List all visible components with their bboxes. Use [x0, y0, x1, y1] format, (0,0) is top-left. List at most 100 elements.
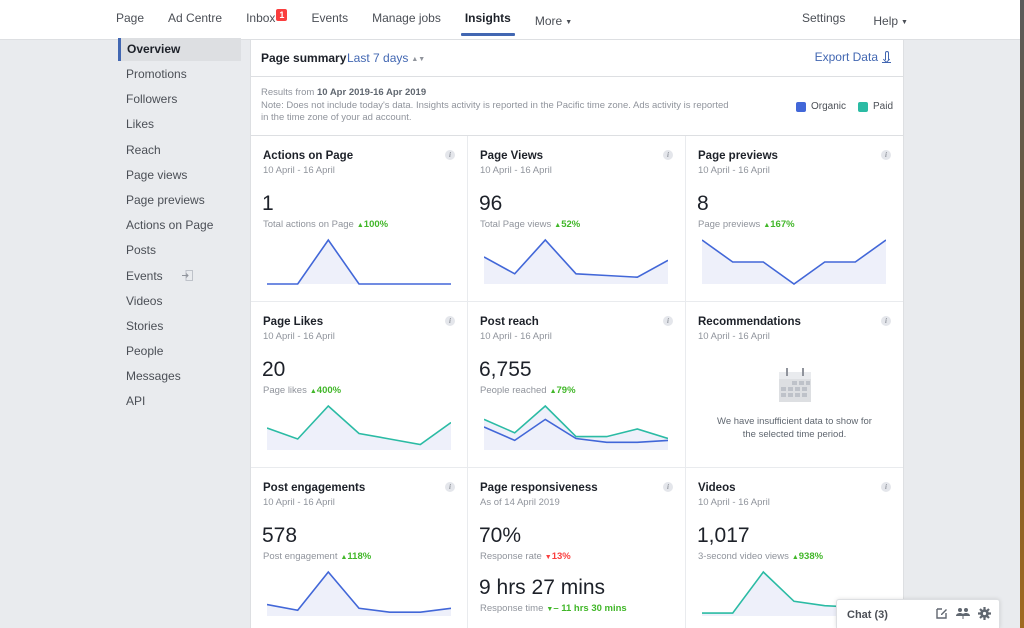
info-icon[interactable]: i [881, 316, 891, 326]
metric-label-text: Page likes [263, 385, 307, 396]
triangle-up-icon: ▲ [356, 222, 364, 229]
card-title: Page responsiveness [480, 482, 598, 494]
tab-inbox[interactable]: Inbox 1 [246, 0, 288, 40]
date-range-select[interactable]: Last 7 days ▲▼ [347, 51, 425, 65]
info-icon[interactable]: i [445, 316, 455, 326]
tab-events[interactable]: Events [311, 0, 348, 40]
sparkline-organic [484, 238, 668, 279]
card-actions-on-page[interactable]: Actions on Page 10 April - 16 April i 1 … [251, 136, 468, 302]
metric-label: Response rate ▼13% [480, 551, 571, 562]
metric-value: 6,755 [479, 358, 532, 381]
sidebar-item-label: Messages [126, 369, 181, 384]
sidebar-item-label: Likes [126, 117, 155, 132]
metrics-grid: Actions on Page 10 April - 16 April i 1 … [251, 136, 903, 628]
tab-label: Events [311, 11, 349, 25]
chat-bar[interactable]: Chat (3) [836, 599, 1000, 628]
sparkline-area [484, 406, 668, 450]
info-icon[interactable]: i [663, 316, 673, 326]
sidebar-item-page-views[interactable]: Page views [118, 164, 241, 189]
tab-more[interactable]: More ▼ [535, 0, 572, 40]
tab-label: Ad Centre [168, 11, 223, 25]
delta-badge: ▼– 11 hrs 30 mins [546, 603, 626, 614]
sidebar-item-api[interactable]: API [118, 390, 241, 415]
calendar-icon [778, 368, 811, 402]
triangle-up-icon: ▲ [791, 554, 799, 561]
info-icon[interactable]: i [663, 150, 673, 160]
metric-label-text: Response rate [480, 551, 542, 562]
tab-label: Page [116, 11, 145, 25]
export-data-button[interactable]: Export Data [815, 50, 891, 64]
export-label: Export Data [814, 50, 878, 64]
card-post-engagements[interactable]: Post engagements 10 April - 16 April i 5… [251, 468, 468, 628]
results-range: 10 Apr 2019-16 Apr 2019 [316, 87, 427, 98]
tab-ad-centre[interactable]: Ad Centre [168, 0, 222, 40]
sidebar-item-label: Page views [126, 167, 188, 182]
info-icon[interactable]: i [445, 150, 455, 160]
delta-value: 52% [561, 219, 581, 230]
card-title: Post reach [480, 316, 539, 328]
results-prefix: Results from [261, 87, 317, 98]
compose-icon[interactable] [936, 607, 948, 620]
sidebar-item-page-previews[interactable]: Page previews [118, 189, 241, 214]
metric-label: Total actions on Page ▲100% [263, 219, 388, 230]
card-title: Page Views [480, 150, 544, 162]
info-icon[interactable]: i [663, 482, 673, 492]
sidebar-item-followers[interactable]: Followers [118, 88, 241, 113]
settings-link[interactable]: Settings [802, 0, 845, 40]
sidebar-item-reach[interactable]: Reach [118, 139, 241, 164]
card-date-range: 10 April - 16 April [263, 331, 335, 342]
card-page-responsiveness[interactable]: Page responsiveness As of 14 April 2019 … [468, 468, 686, 628]
gear-icon[interactable] [978, 607, 991, 620]
page-top-navigation: Page Ad Centre Inbox 1 Events Manage jobs… [0, 0, 1020, 40]
help-menu[interactable]: Help ▼ [873, 0, 908, 40]
card-title: Page Likes [263, 316, 324, 328]
delta-badge: ▲938% [792, 551, 823, 562]
sidebar-item-overview[interactable]: Overview [118, 38, 241, 61]
sidebar-item-videos[interactable]: Videos [118, 290, 241, 315]
card-post-reach[interactable]: Post reach 10 April - 16 April i 6,755 P… [468, 302, 686, 468]
metric-label: Response time ▼– 11 hrs 30 mins [480, 603, 627, 614]
people-icon[interactable] [956, 607, 970, 620]
tab-manage-jobs[interactable]: Manage jobs [372, 0, 441, 40]
card-title: Page previews [698, 150, 778, 162]
sidebar-item-label: Page previews [126, 192, 205, 207]
sidebar-item-label: Videos [126, 293, 163, 308]
summary-title: Page summary [261, 51, 347, 65]
caret-down-icon: ▼ [901, 19, 908, 26]
card-recommendations[interactable]: Recommendations 10 April - 16 April i We… [686, 302, 903, 468]
info-icon[interactable]: i [881, 150, 891, 160]
metric-value: 96 [479, 192, 503, 215]
sidebar-item-label: Stories [126, 318, 164, 333]
tab-insights[interactable]: Insights [460, 0, 515, 40]
sidebar-item-promotions[interactable]: Promotions [118, 63, 241, 88]
legend-label: Organic [810, 101, 846, 112]
delta-badge: ▲52% [554, 219, 580, 230]
card-page-previews[interactable]: Page previews 10 April - 16 April i 8 Pa… [686, 136, 903, 302]
metric-label: Total Page views ▲52% [480, 219, 580, 230]
sparkline-area [267, 240, 451, 284]
info-icon[interactable]: i [445, 482, 455, 492]
sidebar-item-stories[interactable]: Stories [118, 315, 241, 340]
sidebar-item-label: Posts [126, 243, 157, 258]
sparkline-chart [267, 238, 451, 285]
desktop-background [1020, 0, 1024, 628]
sidebar-item-messages[interactable]: Messages [118, 365, 241, 390]
sparkline-chart [267, 404, 451, 450]
sidebar-item-people[interactable]: People [118, 340, 241, 365]
card-page-views[interactable]: Page Views 10 April - 16 April i 96 Tota… [468, 136, 686, 302]
delta-value: 167% [770, 219, 795, 230]
card-page-likes[interactable]: Page Likes 10 April - 16 April i 20 Page… [251, 302, 468, 468]
sidebar-item-events[interactable]: Events [118, 265, 241, 290]
tab-page[interactable]: Page [116, 0, 144, 40]
sidebar-item-likes[interactable]: Likes [118, 113, 241, 138]
metric-value: 20 [262, 358, 286, 381]
info-icon[interactable]: i [881, 482, 891, 492]
sparkline-chart [267, 570, 451, 616]
tab-label: More [534, 14, 563, 28]
legend-label: Paid [872, 101, 893, 112]
metric-label-text: Total Page views [480, 219, 552, 230]
sidebar-item-posts[interactable]: Posts [118, 239, 241, 264]
exit-icon [182, 269, 193, 281]
download-icon [882, 51, 891, 63]
sidebar-item-actions-on-page[interactable]: Actions on Page [118, 214, 241, 239]
